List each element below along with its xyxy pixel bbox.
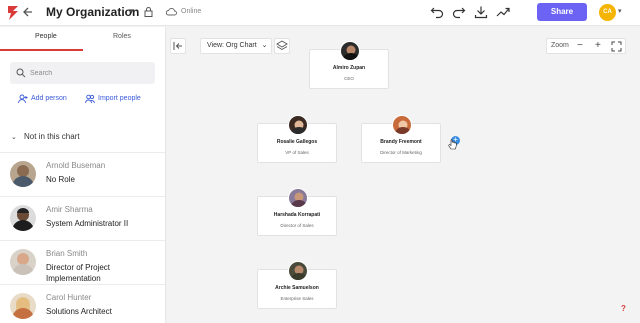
org-node[interactable]: Archie Samuelson Enterprise Sales <box>257 261 337 309</box>
avatar <box>10 161 36 187</box>
person-name: Brian Smith <box>46 249 88 258</box>
layers-icon <box>276 40 288 51</box>
chevron-down-icon[interactable]: ▾ <box>618 7 622 15</box>
collapse-icon <box>173 42 182 50</box>
logo-icon[interactable] <box>6 5 20 21</box>
list-item[interactable]: Carol Hunter Solutions Architect <box>0 284 165 323</box>
back-arrow-icon[interactable] <box>22 5 34 19</box>
avatar <box>288 115 308 135</box>
search-icon <box>16 68 26 78</box>
redo-icon[interactable] <box>452 5 466 19</box>
org-node[interactable]: Harshada Korrapati Director of Sales <box>257 188 337 236</box>
import-people-link[interactable]: Import people <box>98 95 141 102</box>
node-title: Director of Sales <box>280 223 314 228</box>
status-text: Online <box>181 8 202 15</box>
person-role: Solutions Architect <box>46 307 112 316</box>
pointer-cursor-icon <box>448 139 457 150</box>
view-dropdown[interactable]: View: Org Chart ⌄ <box>200 38 272 54</box>
share-button[interactable]: Share <box>537 3 587 21</box>
avatar <box>288 188 308 208</box>
node-name: Harshada Korrapati <box>273 212 321 218</box>
node-title: Enterprise Sales <box>280 296 314 301</box>
download-icon[interactable] <box>474 5 488 19</box>
cloud-icon <box>165 8 177 16</box>
node-title: Director of Marketing <box>380 150 422 155</box>
zoom-in-button[interactable]: + <box>595 40 601 51</box>
org-chart-canvas[interactable]: View: Org Chart ⌄ Zoom − + Almiro Zupan … <box>166 27 640 323</box>
avatar <box>10 293 36 319</box>
list-item[interactable]: Amir Sharma System Administrator II <box>0 196 165 240</box>
avatar <box>340 41 360 61</box>
zoom-out-button[interactable]: − <box>577 40 583 51</box>
chevron-down-icon: ⌄ <box>261 42 268 49</box>
node-title: VP of Sales <box>285 150 309 155</box>
org-node-ceo[interactable]: Almiro Zupan CEO <box>309 41 389 89</box>
active-tab-indicator <box>0 49 83 51</box>
person-role: System Administrator II <box>46 219 129 228</box>
layers-button[interactable] <box>274 38 290 54</box>
node-name: Rosalie Gallegos <box>276 139 318 145</box>
undo-icon[interactable] <box>430 5 444 19</box>
search-input[interactable] <box>30 67 150 79</box>
top-bar: My Organization ▾ Online Share CA ▾ <box>0 0 640 26</box>
search-box[interactable] <box>10 62 155 84</box>
add-person-link[interactable]: Add person <box>31 95 67 102</box>
add-person-icon[interactable] <box>18 94 28 104</box>
org-node[interactable]: Brandy Freemont Director of Marketing <box>361 115 441 163</box>
chevron-down-icon[interactable]: ⌄ <box>11 133 17 141</box>
node-title: CEO <box>344 76 354 81</box>
avatar <box>288 261 308 281</box>
node-name: Brandy Freemont <box>380 139 422 145</box>
avatar <box>392 115 412 135</box>
sidebar-tabs: People Roles <box>0 27 165 51</box>
person-name: Carol Hunter <box>46 293 92 302</box>
person-name: Amir Sharma <box>46 205 93 214</box>
sidebar: People Roles Add person Import people ⌄ … <box>0 27 166 323</box>
list-item[interactable]: Brian Smith Director of Project Implemen… <box>0 240 165 284</box>
chevron-down-icon[interactable]: ▾ <box>129 6 134 17</box>
zoom-label: Zoom <box>551 42 569 49</box>
org-title[interactable]: My Organization <box>46 5 139 19</box>
tab-people[interactable]: People <box>35 33 57 40</box>
node-name: Archie Samuelson <box>275 285 319 291</box>
org-node[interactable]: Rosalie Gallegos VP of Sales <box>257 115 337 163</box>
user-avatar[interactable]: CA <box>599 4 616 21</box>
collapse-panel-button[interactable] <box>170 38 186 54</box>
avatar <box>10 249 36 275</box>
avatar <box>10 205 36 231</box>
person-name: Arnold Buseman <box>46 161 106 170</box>
lock-icon[interactable] <box>144 7 153 17</box>
help-button[interactable]: ? <box>617 302 630 315</box>
person-role: Director of Project Implementation <box>46 263 111 283</box>
import-people-icon[interactable] <box>85 94 95 104</box>
person-role: No Role <box>46 175 75 184</box>
tab-roles[interactable]: Roles <box>113 33 131 40</box>
trend-icon[interactable] <box>496 5 510 19</box>
node-name: Almiro Zupan <box>332 65 366 71</box>
section-title[interactable]: Not in this chart <box>24 132 80 141</box>
fullscreen-icon[interactable] <box>611 41 622 52</box>
view-dropdown-label: View: Org Chart <box>207 42 257 49</box>
list-item[interactable]: Arnold Buseman No Role <box>0 152 165 196</box>
zoom-controls: Zoom − + <box>546 38 626 54</box>
